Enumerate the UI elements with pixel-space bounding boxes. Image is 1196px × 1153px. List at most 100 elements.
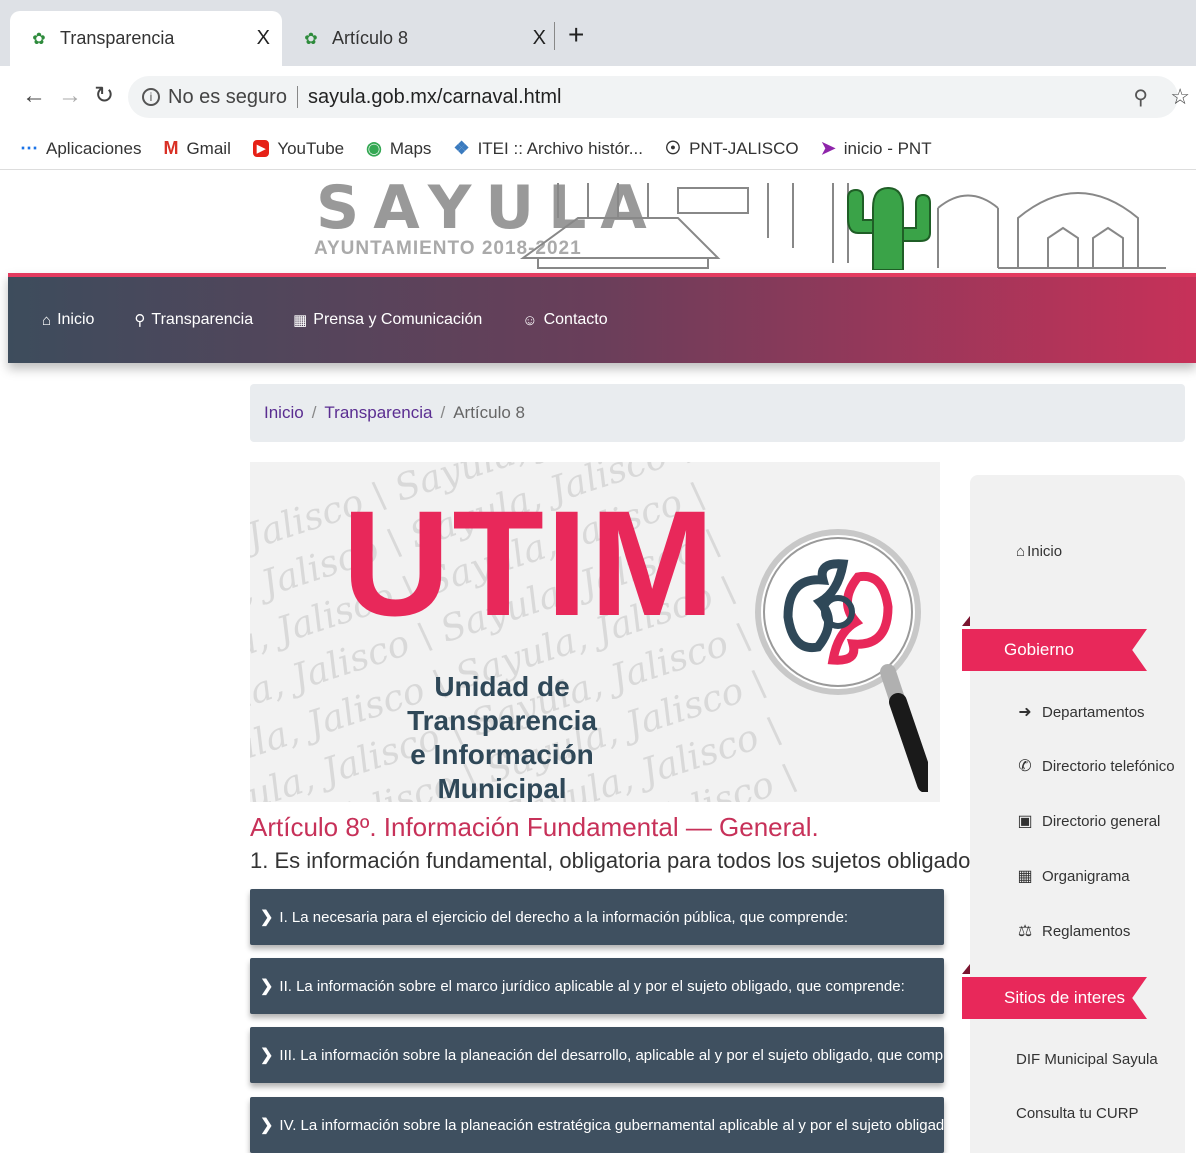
tab-articulo-8[interactable]: ✿ Artículo 8 X bbox=[290, 11, 558, 66]
maps-pin-icon: ◉ bbox=[366, 138, 382, 158]
apps-grid-icon: ⋯ bbox=[20, 138, 38, 158]
bookmark-inicio-pnt[interactable]: ➤ inicio - PNT bbox=[821, 138, 932, 159]
bookmark-label: ITEI :: Archivo histór... bbox=[477, 138, 643, 158]
sidebar-label: Reglamentos bbox=[1042, 922, 1131, 940]
nav-inicio[interactable]: ⌂ Inicio bbox=[42, 311, 94, 329]
breadcrumb-current: Artículo 8 bbox=[453, 403, 526, 422]
bookmark-label: Aplicaciones bbox=[46, 138, 142, 158]
chevron-right-icon: ❯ bbox=[260, 1117, 274, 1134]
site-header-banner: SAYULA AYUNTAMIENTO 2018-2021 bbox=[8, 178, 1196, 273]
new-tab-button[interactable]: + bbox=[568, 20, 584, 50]
browser-toolbar: ← → ↻ i No es seguro sayula.gob.mx/carna… bbox=[0, 66, 1196, 128]
heading-fold bbox=[962, 616, 970, 626]
bookmark-aplicaciones[interactable]: ⋯ Aplicaciones bbox=[20, 138, 141, 159]
accordion-label: II. La información sobre el marco jurídi… bbox=[279, 977, 905, 995]
sidebar-heading-gobierno: Gobierno bbox=[962, 629, 1147, 671]
utim-subtitle: Unidad de Transparencia e Información Mu… bbox=[352, 670, 652, 802]
close-tab-icon[interactable]: X bbox=[533, 27, 546, 50]
sidebar-label: Inicio bbox=[1027, 543, 1063, 560]
home-icon: ⌂ bbox=[1016, 543, 1026, 560]
reload-icon[interactable]: ↻ bbox=[94, 80, 114, 112]
utim-banner-image: Sayula, Jalisco \ Sayula, Jalisco \Sayul… bbox=[250, 462, 940, 802]
building-icon: ▦ bbox=[1017, 868, 1033, 885]
youtube-icon: ▶ bbox=[252, 140, 270, 157]
main-navigation: ⌂ Inicio ⚲ Transparencia ▦ Prensa y Comu… bbox=[8, 273, 1196, 363]
close-tab-icon[interactable]: X bbox=[257, 27, 270, 50]
address-bar[interactable]: i No es seguro sayula.gob.mx/carnaval.ht… bbox=[128, 76, 1178, 118]
sidebar-item-organigrama[interactable]: ▦ Organigrama bbox=[1016, 866, 1130, 886]
accordion-label: IV. La información sobre la planeación e… bbox=[279, 1116, 944, 1134]
bookmark-maps[interactable]: ◉ Maps bbox=[366, 138, 431, 159]
sidebar-item-directorio-telefonico[interactable]: ✆ Directorio telefónico bbox=[1016, 756, 1175, 776]
sidebar-label: Directorio telefónico bbox=[1042, 757, 1175, 775]
bookmark-label: YouTube bbox=[277, 138, 345, 158]
sidebar-label: Consulta tu CURP bbox=[1016, 1105, 1139, 1122]
nav-contacto[interactable]: ☺ Contacto bbox=[522, 311, 607, 329]
magnifier-logo-icon bbox=[755, 529, 928, 792]
nav-prensa[interactable]: ▦ Prensa y Comunicación bbox=[293, 311, 482, 329]
sidebar-label: Organigrama bbox=[1042, 867, 1130, 885]
pnt-icon: ➤ bbox=[820, 138, 836, 158]
phone-icon: ✆ bbox=[1018, 758, 1032, 775]
sidebar-item-consulta-curp[interactable]: Consulta tu CURP bbox=[1016, 1105, 1139, 1122]
tab-transparencia[interactable]: ✿ Transparencia X bbox=[10, 11, 282, 66]
back-arrow-icon[interactable]: ← bbox=[22, 80, 46, 112]
arrow-right-icon: ➜ bbox=[1018, 704, 1032, 721]
globe-icon: ☉ bbox=[664, 138, 682, 158]
tab-label: Transparencia bbox=[60, 28, 175, 48]
url-text[interactable]: sayula.gob.mx/carnaval.html bbox=[308, 86, 561, 109]
zoom-icon[interactable]: ⚲ bbox=[1133, 85, 1148, 110]
accordion-section-ii[interactable]: ❯ II. La información sobre el marco jurí… bbox=[250, 958, 944, 1014]
bookmark-gmail[interactable]: M Gmail bbox=[163, 138, 230, 159]
nav-transparencia[interactable]: ⚲ Transparencia bbox=[134, 311, 253, 329]
bookmark-itei[interactable]: ❖ ITEI :: Archivo histór... bbox=[453, 138, 642, 159]
home-icon: ⌂ bbox=[42, 311, 52, 329]
bookmark-youtube[interactable]: ▶ YouTube bbox=[252, 138, 345, 159]
info-icon[interactable]: i bbox=[142, 88, 160, 106]
sidebar-item-directorio-general[interactable]: ▣ Directorio general bbox=[1016, 811, 1160, 831]
accordion-section-iv[interactable]: ❯ IV. La información sobre la planeación… bbox=[250, 1097, 944, 1153]
bookmark-label: PNT-JALISCO bbox=[689, 138, 799, 158]
chevron-right-icon: ❯ bbox=[260, 1047, 274, 1064]
security-label: No es seguro bbox=[168, 85, 287, 108]
newspaper-icon: ▦ bbox=[293, 312, 308, 329]
article-title: Artículo 8º. Información Fundamental — G… bbox=[250, 812, 819, 842]
site-favicon-icon: ✿ bbox=[32, 30, 46, 48]
breadcrumb: Inicio / Transparencia / Artículo 8 bbox=[250, 384, 1185, 442]
site-favicon-icon: ✿ bbox=[304, 30, 318, 48]
landmarks-illustration bbox=[519, 183, 1166, 270]
sidebar-item-reglamentos[interactable]: ⚖ Reglamentos bbox=[1016, 921, 1131, 941]
forward-arrow-icon[interactable]: → bbox=[58, 80, 82, 112]
nav-label: Inicio bbox=[57, 311, 95, 328]
chevron-right-icon: ❯ bbox=[260, 978, 274, 995]
utim-subtitle-line2: e Información Municipal bbox=[410, 739, 594, 802]
excel-file-icon: ▣ bbox=[1017, 813, 1033, 830]
address-divider bbox=[296, 86, 298, 108]
sidebar-label: DIF Municipal Sayula bbox=[1016, 1051, 1158, 1068]
browser-tab-bar: ✿ Transparencia X ✿ Artículo 8 X + bbox=[0, 0, 1196, 66]
bookmark-label: Gmail bbox=[186, 138, 231, 158]
tab-label: Artículo 8 bbox=[332, 28, 409, 48]
itei-icon: ❖ bbox=[453, 138, 470, 158]
bookmarks-bar: ⋯ Aplicaciones M Gmail ▶ YouTube ◉ Maps … bbox=[0, 128, 1196, 170]
sidebar-inicio[interactable]: ⌂ Inicio bbox=[1016, 543, 1062, 560]
breadcrumb-separator: / bbox=[311, 403, 317, 422]
nav-label: Prensa y Comunicación bbox=[313, 311, 483, 328]
bookmark-star-icon[interactable]: ☆ bbox=[1170, 84, 1190, 110]
accordion-section-iii[interactable]: ❯ III. La información sobre la planeació… bbox=[250, 1027, 944, 1083]
bookmark-pnt-jalisco[interactable]: ☉ PNT-JALISCO bbox=[665, 138, 799, 159]
gmail-icon: M bbox=[163, 138, 179, 158]
heading-fold bbox=[962, 964, 970, 974]
accordion-section-i[interactable]: ❯ I. La necesaria para el ejercicio del … bbox=[250, 889, 944, 945]
sidebar-item-dif-municipal[interactable]: DIF Municipal Sayula bbox=[1016, 1051, 1158, 1068]
breadcrumb-transparencia[interactable]: Transparencia bbox=[324, 403, 432, 423]
sidebar-label: Departamentos bbox=[1042, 703, 1145, 721]
nav-label: Contacto bbox=[543, 311, 608, 328]
sidebar-item-departamentos[interactable]: ➜ Departamentos bbox=[1016, 702, 1145, 722]
breadcrumb-separator: / bbox=[440, 403, 446, 422]
breadcrumb-inicio[interactable]: Inicio bbox=[264, 403, 304, 423]
balance-scale-icon: ⚖ bbox=[1017, 923, 1033, 940]
bookmark-label: Maps bbox=[389, 138, 432, 158]
search-icon: ⚲ bbox=[134, 312, 146, 329]
accordion-label: III. La información sobre la planeación … bbox=[279, 1046, 944, 1064]
